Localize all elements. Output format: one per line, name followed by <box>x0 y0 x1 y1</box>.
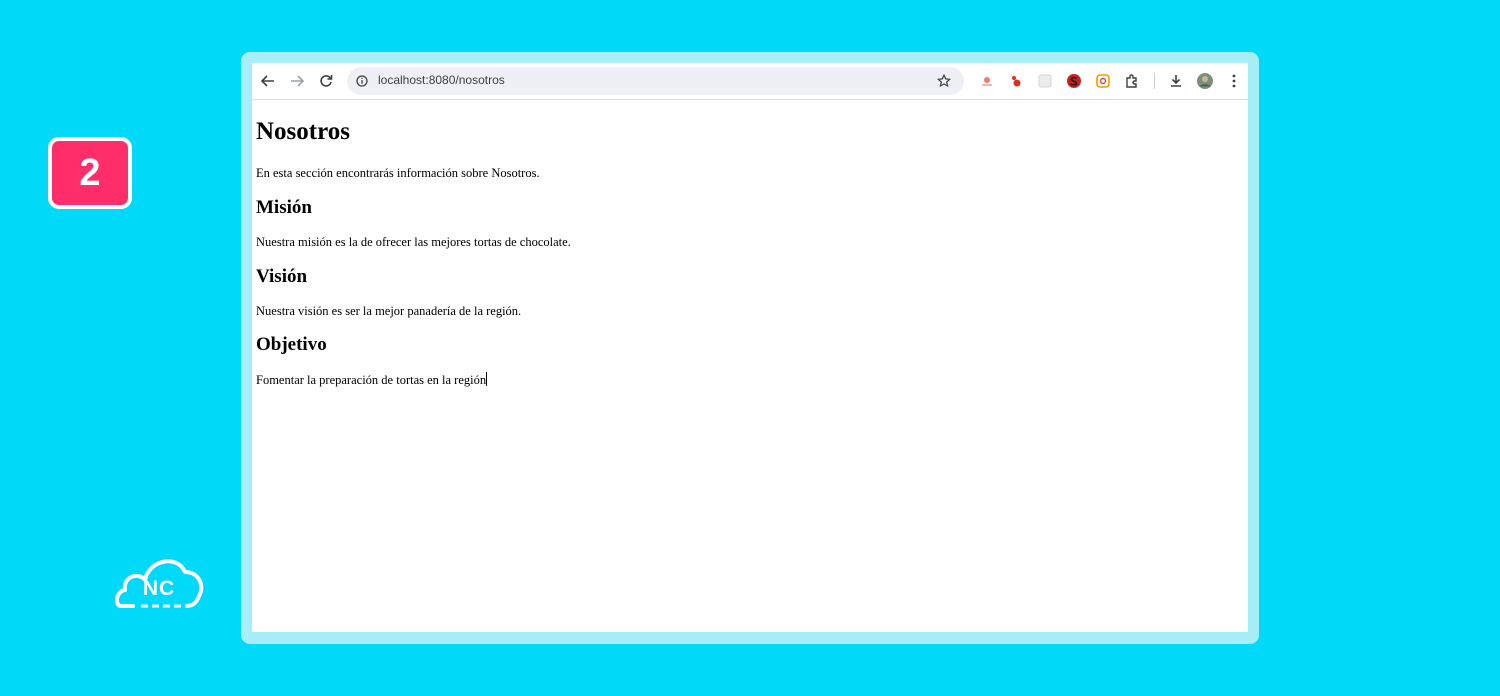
step-number: 2 <box>79 151 101 194</box>
step-number-badge: 2 <box>48 137 132 209</box>
profile-avatar-icon[interactable] <box>1196 72 1214 90</box>
extension-2-icon[interactable] <box>1007 72 1025 90</box>
page-content: Nosotros En esta sección encontrarás inf… <box>256 100 1248 632</box>
extension-5-icon[interactable] <box>1094 72 1112 90</box>
browser-window: localhost:8080/nosotros Nosotros En esta… <box>252 63 1248 632</box>
toolbar-divider <box>1154 73 1155 89</box>
objective-text: Fomentar la preparación de tortas en la … <box>256 373 487 387</box>
reload-icon <box>320 75 333 87</box>
arrow-left-icon <box>261 75 274 87</box>
mission-heading: Misión <box>256 197 312 218</box>
back-button[interactable] <box>256 69 280 93</box>
address-bar[interactable]: localhost:8080/nosotros <box>347 67 964 95</box>
objective-heading: Objetivo <box>256 334 327 355</box>
mission-text: Nuestra misión es la de ofrecer las mejo… <box>256 235 571 249</box>
nc-cloud-logo: NC <box>113 550 205 612</box>
star-icon[interactable] <box>937 74 951 88</box>
info-icon[interactable] <box>356 75 368 87</box>
objective-paragraph: Fomentar la preparación de tortas en la … <box>256 372 488 388</box>
vision-text: Nuestra visión es ser la mejor panadería… <box>256 304 522 318</box>
vision-heading: Visión <box>256 266 308 287</box>
puzzle-icon[interactable] <box>1123 72 1141 90</box>
forward-button[interactable] <box>285 69 309 93</box>
arrow-right-icon <box>291 75 304 87</box>
menu-dots-icon[interactable] <box>1225 72 1243 90</box>
url-text[interactable]: localhost:8080/nosotros <box>378 73 505 87</box>
download-icon[interactable] <box>1167 72 1185 90</box>
intro-text: En esta sección encontrarás información … <box>256 166 540 180</box>
browser-frame: localhost:8080/nosotros Nosotros En esta… <box>241 52 1259 644</box>
extension-3-icon[interactable] <box>1036 72 1054 90</box>
text-cursor <box>486 372 488 386</box>
browser-toolbar: localhost:8080/nosotros <box>252 63 1248 100</box>
reload-button[interactable] <box>314 69 338 93</box>
extension-4-icon[interactable] <box>1065 72 1083 90</box>
page-title: Nosotros <box>256 118 350 145</box>
extension-1-icon[interactable] <box>978 72 996 90</box>
logo-text: NC <box>142 577 176 600</box>
